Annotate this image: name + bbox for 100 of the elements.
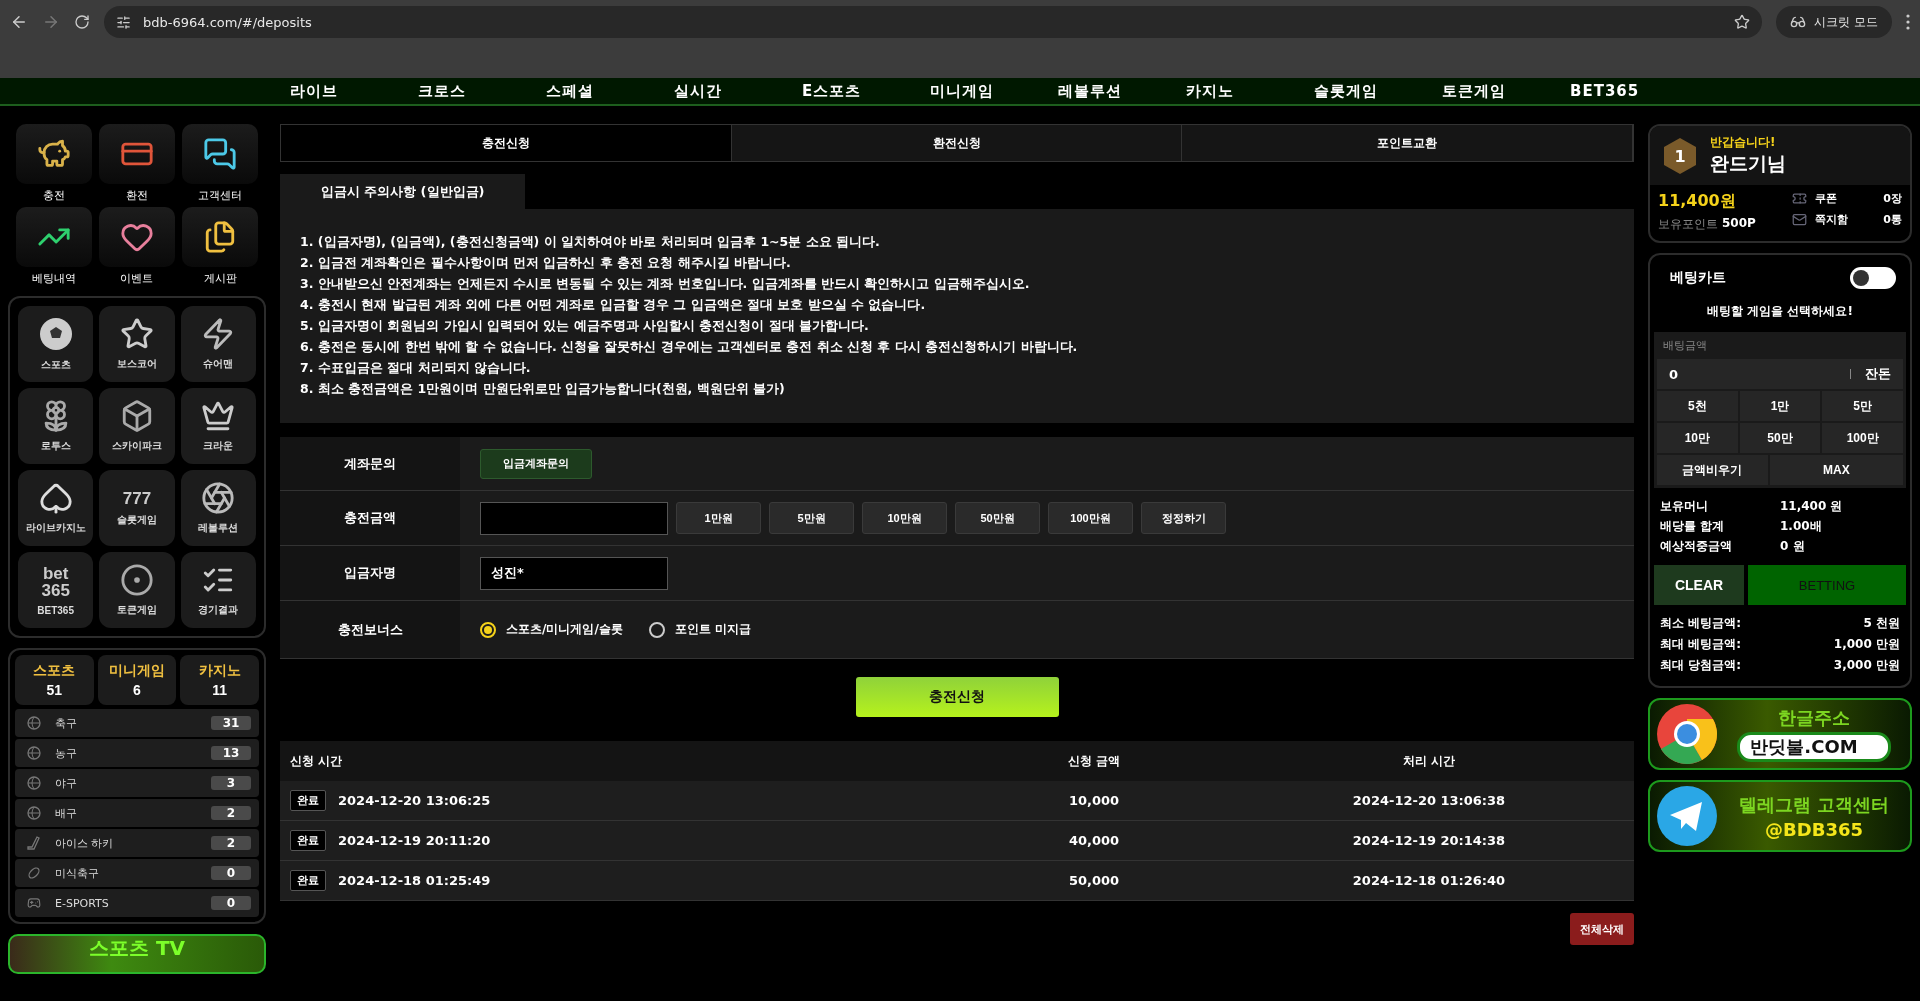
game-menu-button[interactable]: 슈어맨 bbox=[180, 306, 256, 382]
table-cell: 2024-12-20 13:06:25 bbox=[338, 793, 491, 808]
radio-button[interactable] bbox=[648, 621, 665, 638]
ring-icon bbox=[120, 563, 154, 597]
sport-name: 아이스 하키 bbox=[55, 835, 115, 851]
radio-button[interactable] bbox=[480, 621, 496, 638]
paper-plane-logo-icon bbox=[1656, 785, 1718, 847]
game-menu-button[interactable]: 토큰게임 bbox=[99, 552, 175, 628]
limit-label: 최대 당첨금액: bbox=[1660, 657, 1741, 674]
points-value: 500P bbox=[1722, 216, 1756, 232]
bet-chip-button[interactable]: 10만 bbox=[1657, 423, 1738, 453]
back-icon bbox=[10, 13, 28, 31]
clear-button[interactable]: CLEAR bbox=[1654, 565, 1744, 605]
sport-row[interactable]: 배구 2 bbox=[15, 799, 259, 827]
submit-button[interactable]: 충전신청 bbox=[855, 677, 1059, 717]
table-cell: 2024-12-19 20:11:20 bbox=[338, 833, 491, 848]
sport-row[interactable]: 농구 13 bbox=[15, 739, 259, 767]
reload-icon bbox=[74, 14, 90, 30]
ball-icon bbox=[27, 746, 41, 760]
ball-icon bbox=[27, 806, 41, 820]
amount-button[interactable]: 1만원 bbox=[676, 502, 761, 534]
game-menu-button[interactable]: 라이브카지노 bbox=[18, 470, 94, 546]
bet-amount-field[interactable]: 0 잔돈 bbox=[1657, 359, 1903, 389]
nav-link[interactable]: 레볼루션 bbox=[1058, 81, 1186, 101]
sport-row[interactable]: E-SPORTS 0 bbox=[15, 889, 259, 917]
game-menu-button[interactable]: 경기결과 bbox=[180, 552, 256, 628]
nav-link[interactable]: 미니게임 bbox=[930, 81, 1058, 101]
greeting-text: 반갑습니다! bbox=[1710, 134, 1777, 151]
sport-row[interactable]: 축구 31 bbox=[15, 709, 259, 737]
nav-link[interactable]: 슬롯게임 bbox=[1314, 81, 1442, 101]
bet-chip-button[interactable]: 100만 bbox=[1822, 423, 1903, 453]
nav-link[interactable]: 실시간 bbox=[674, 81, 802, 101]
limit-label: 최대 베팅금액: bbox=[1660, 636, 1741, 653]
category-count-button[interactable]: 카지노 11 bbox=[180, 655, 259, 705]
nav-link[interactable]: 토큰게임 bbox=[1442, 81, 1570, 101]
promo-banner[interactable]: 텔레그램 고객센터 @BDB365 bbox=[1648, 780, 1912, 852]
incognito-button[interactable]: 시크릿 모드 bbox=[1776, 6, 1892, 38]
category-count-button[interactable]: 스포츠 51 bbox=[15, 655, 94, 705]
game-menu-button[interactable]: 스포츠 bbox=[18, 306, 94, 382]
tab[interactable]: 충전신청 bbox=[281, 125, 732, 161]
amount-button[interactable]: 100만원 bbox=[1048, 502, 1133, 534]
banner-title: 스포츠 TV bbox=[88, 936, 186, 960]
game-menu-button[interactable]: 777 슬롯게임 bbox=[99, 470, 175, 546]
game-menu-button[interactable]: 스카이파크 bbox=[99, 388, 175, 464]
bet-chip-button[interactable]: 50만 bbox=[1739, 423, 1821, 453]
messages-link[interactable]: 쪽지함 bbox=[1815, 212, 1876, 227]
bonus-radio-option[interactable]: 포인트 미지급 bbox=[648, 621, 751, 638]
menu-icon[interactable] bbox=[1906, 14, 1910, 30]
amount-button[interactable]: 10만원 bbox=[862, 502, 947, 534]
nav-link[interactable]: 라이브 bbox=[290, 81, 418, 101]
game-menu-button[interactable]: bet 365 BET365 bbox=[18, 552, 94, 628]
sport-count: 3 bbox=[211, 776, 251, 790]
bet-chip-button[interactable]: 5만 bbox=[1822, 391, 1903, 421]
clear-amount-button[interactable]: 금액비우기 bbox=[1657, 455, 1768, 485]
form-label: 계좌문의 bbox=[280, 437, 460, 490]
bet-cart-toggle[interactable] bbox=[1850, 267, 1896, 289]
status-badge: 완료 bbox=[290, 870, 326, 891]
sport-row[interactable]: 미식축구 0 bbox=[15, 859, 259, 887]
max-button[interactable]: MAX bbox=[1769, 455, 1903, 485]
amount-button[interactable]: 50만원 bbox=[955, 502, 1040, 534]
bonus-radio-option[interactable]: 스포츠/미니게임/슬롯 bbox=[480, 621, 623, 638]
ticket-icon bbox=[1792, 191, 1807, 206]
depositor-input-field[interactable]: 성진* bbox=[480, 556, 668, 590]
browser-logo-icon bbox=[1656, 703, 1718, 765]
game-menu-button[interactable]: 크라운 bbox=[180, 388, 256, 464]
account-inquiry-button[interactable]: 입금계좌문의 bbox=[480, 448, 592, 479]
bet-amount-label: 배팅금액 bbox=[1662, 338, 1708, 353]
nav-link[interactable]: E스포츠 bbox=[802, 81, 930, 101]
game-menu-button[interactable]: 보스코어 bbox=[99, 306, 175, 382]
sport-count: 2 bbox=[211, 806, 251, 820]
sport-row[interactable]: 아이스 하키 2 bbox=[15, 829, 259, 857]
table-cell: 2024-12-18 01:25:49 bbox=[338, 873, 491, 888]
bookmark-star-icon bbox=[1734, 14, 1751, 30]
limit-value: 3,000 만원 bbox=[1833, 657, 1900, 674]
form-label: 입금자명 bbox=[280, 546, 460, 600]
promo-banner[interactable]: 한글주소 반딧불.COM bbox=[1648, 698, 1912, 770]
nav-link[interactable]: BET365 bbox=[1570, 82, 1698, 100]
nav-link[interactable]: 크로스 bbox=[418, 81, 546, 101]
amount-button[interactable]: 5만원 bbox=[769, 502, 854, 534]
amount-button[interactable]: 정정하기 bbox=[1141, 502, 1226, 534]
category-count-button[interactable]: 미니게임 6 bbox=[97, 655, 177, 705]
points-label: 보유포인트 bbox=[1658, 216, 1718, 233]
sports-tv-banner[interactable]: 스포츠 TV bbox=[8, 934, 266, 974]
change-button[interactable]: 잔돈 bbox=[1865, 365, 1891, 383]
bet-chip-button[interactable]: 5천 bbox=[1657, 391, 1738, 421]
cube-icon bbox=[120, 399, 154, 433]
star-icon bbox=[120, 317, 154, 351]
nav-link[interactable]: 카지노 bbox=[1186, 81, 1314, 101]
football-icon bbox=[27, 866, 41, 880]
game-menu-button[interactable]: 로투스 bbox=[18, 388, 94, 464]
column-header: 처리 시간 bbox=[1401, 752, 1457, 770]
amount-input-field[interactable] bbox=[480, 501, 668, 535]
category-count: 11 bbox=[212, 682, 228, 698]
coupon-link[interactable]: 쿠폰 bbox=[1815, 191, 1876, 206]
game-menu-button[interactable]: 레볼루션 bbox=[180, 470, 256, 546]
bet-chip-button[interactable]: 1만 bbox=[1739, 391, 1821, 421]
delete-all-button[interactable]: 전체삭제 bbox=[1570, 913, 1634, 945]
sport-row[interactable]: 야구 3 bbox=[15, 769, 259, 797]
table-cell-text: 2024-12-20 13:06:38 bbox=[1351, 793, 1507, 808]
nav-link[interactable]: 스페셜 bbox=[546, 81, 674, 101]
